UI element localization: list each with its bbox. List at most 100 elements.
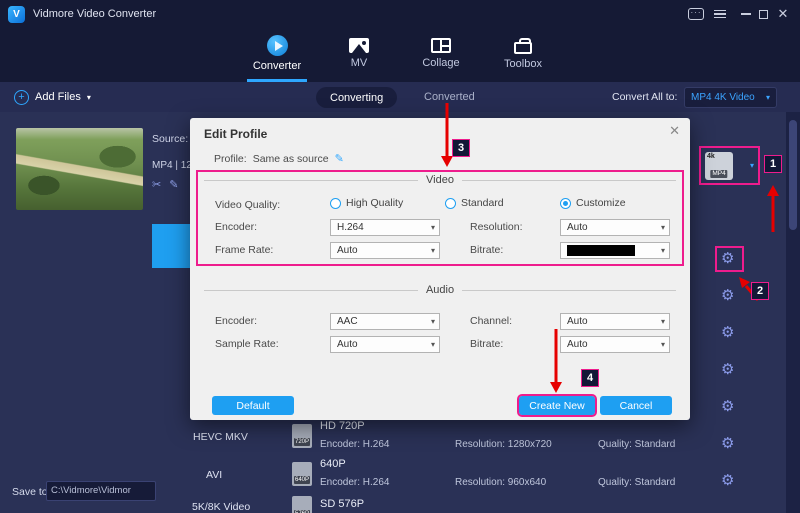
app-window: V Vidmore Video Converter ··· ✕ Converte… (0, 0, 800, 513)
resolution-badge-icon: 576P (292, 496, 312, 513)
profile-settings-gear-icon[interactable]: ⚙ (721, 472, 734, 490)
source-format-info: MP4 | 12 (152, 160, 192, 171)
plus-icon: + (14, 90, 29, 105)
create-new-button[interactable]: Create New (519, 396, 595, 415)
profile-settings-gear-icon[interactable]: ⚙ (721, 324, 734, 342)
chevron-down-icon: ▾ (661, 223, 665, 232)
resolution-select[interactable]: Auto ▾ (560, 219, 670, 236)
tab-label: MV (351, 57, 368, 69)
maximize-icon (759, 10, 768, 19)
samplerate-select[interactable]: Auto ▾ (330, 336, 440, 353)
chevron-down-icon: ▾ (431, 317, 435, 326)
add-files-label: Add Files (35, 91, 81, 103)
format-title: 640P (320, 458, 346, 470)
profile-value: Same as source (253, 153, 329, 165)
radio-label: High Quality (346, 197, 403, 209)
video-section-header: Video (204, 174, 676, 186)
edit-profile-name-icon[interactable]: ✎ (335, 152, 344, 165)
samplerate-label: Sample Rate: (215, 338, 279, 350)
dialog-close-button[interactable]: ✕ (669, 123, 680, 139)
radio-high-quality[interactable]: High Quality (330, 197, 403, 209)
profile-settings-gear-icon[interactable]: ⚙ (721, 361, 734, 379)
scrollbar[interactable] (786, 112, 800, 513)
video-encoder-select[interactable]: H.264 ▾ (330, 219, 440, 236)
output-profile-selector[interactable]: 4k MP4 ▾ (699, 146, 760, 185)
audio-section-header: Audio (204, 284, 676, 296)
app-title: Vidmore Video Converter (33, 8, 156, 20)
hamburger-icon (714, 10, 726, 19)
titlebar: V Vidmore Video Converter ··· ✕ (0, 0, 800, 28)
save-to-label: Save to: (12, 486, 51, 498)
convert-all-label: Convert All to: (612, 82, 677, 112)
step-3-marker: 3 (452, 139, 470, 157)
maximize-button[interactable] (753, 0, 773, 28)
tab-label: Toolbox (504, 58, 542, 70)
chevron-down-icon: ▾ (766, 93, 770, 102)
radio-icon (560, 198, 571, 209)
format-resolution: Resolution: 960x640 (455, 477, 546, 488)
default-button[interactable]: Default (212, 396, 294, 415)
convert-all-value: MP4 4K Video (691, 92, 755, 103)
radio-label: Customize (576, 197, 626, 209)
profile-settings-gear-icon[interactable]: ⚙ (721, 287, 734, 305)
format-category[interactable]: 5K/8K Video (192, 501, 250, 513)
resolution-badge-icon: 640P (292, 462, 312, 486)
chevron-down-icon: ▾ (431, 223, 435, 232)
tab-mv[interactable]: MV (329, 28, 389, 82)
step-4-marker: 4 (581, 369, 599, 387)
video-encoder-label: Encoder: (215, 221, 257, 233)
chevron-down-icon: ▾ (431, 246, 435, 255)
tab-converter[interactable]: Converter (247, 28, 307, 82)
badge-mp4: MP4 (710, 170, 727, 178)
convert-all-dropdown[interactable]: MP4 4K Video ▾ (684, 87, 777, 108)
close-button[interactable]: ✕ (772, 0, 794, 28)
radio-customize[interactable]: Customize (560, 197, 626, 209)
main-nav: Converter MV Collage Toolbox (0, 28, 800, 82)
close-icon: ✕ (778, 6, 789, 22)
tab-toolbox[interactable]: Toolbox (493, 28, 553, 82)
audio-encoder-select[interactable]: AAC ▾ (330, 313, 440, 330)
resolution-label: Resolution: (470, 221, 523, 233)
video-quality-label: Video Quality: (215, 199, 280, 211)
add-files-button[interactable]: + Add Files ▾ (14, 82, 91, 112)
menu-icon[interactable] (710, 0, 730, 28)
format-encoder: Encoder: H.264 (320, 439, 390, 450)
format-category[interactable]: AVI (206, 469, 222, 481)
feedback-icon[interactable]: ··· (686, 0, 706, 28)
framerate-label: Frame Rate: (215, 244, 273, 256)
tab-collage[interactable]: Collage (411, 28, 471, 82)
chat-bubble-icon: ··· (688, 8, 704, 20)
minimize-icon (741, 13, 751, 15)
profile-settings-gear-icon[interactable]: ⚙ (721, 250, 734, 268)
select-value: H.264 (337, 222, 364, 233)
chevron-down-icon: ▾ (87, 93, 91, 102)
edit-icon[interactable]: ✎ (169, 178, 178, 191)
video-bitrate-select[interactable]: ▾ (560, 242, 670, 259)
cancel-button[interactable]: Cancel (600, 396, 672, 415)
radio-standard[interactable]: Standard (445, 197, 504, 209)
channel-select[interactable]: Auto ▾ (560, 313, 670, 330)
radio-icon (445, 198, 456, 209)
video-bitrate-label: Bitrate: (470, 244, 503, 256)
selected-category-highlight (152, 224, 190, 268)
converted-tab[interactable]: Converted (424, 82, 475, 112)
converting-tab[interactable]: Converting (316, 87, 397, 108)
app-logo-icon: V (8, 6, 25, 23)
profile-settings-gear-icon[interactable]: ⚙ (721, 435, 734, 453)
save-path-input[interactable]: C:\Vidmore\Vidmor (46, 481, 156, 501)
profile-settings-gear-icon[interactable]: ⚙ (721, 398, 734, 416)
select-value: Auto (567, 316, 588, 327)
framerate-select[interactable]: Auto ▾ (330, 242, 440, 259)
mv-picture-icon (349, 38, 369, 53)
source-label: Source: (152, 133, 188, 145)
resolution-badge-icon: 720P (292, 424, 312, 448)
radio-label: Standard (461, 197, 504, 209)
scrollbar-thumb[interactable] (789, 120, 797, 230)
select-value: AAC (337, 316, 358, 327)
format-category[interactable]: HEVC MKV (193, 431, 248, 443)
profile-label: Profile: (214, 153, 247, 165)
audio-bitrate-select[interactable]: Auto ▾ (560, 336, 670, 353)
format-quality: Quality: Standard (598, 439, 675, 450)
select-value: Auto (337, 245, 358, 256)
trim-icon[interactable]: ✂ (152, 178, 161, 191)
